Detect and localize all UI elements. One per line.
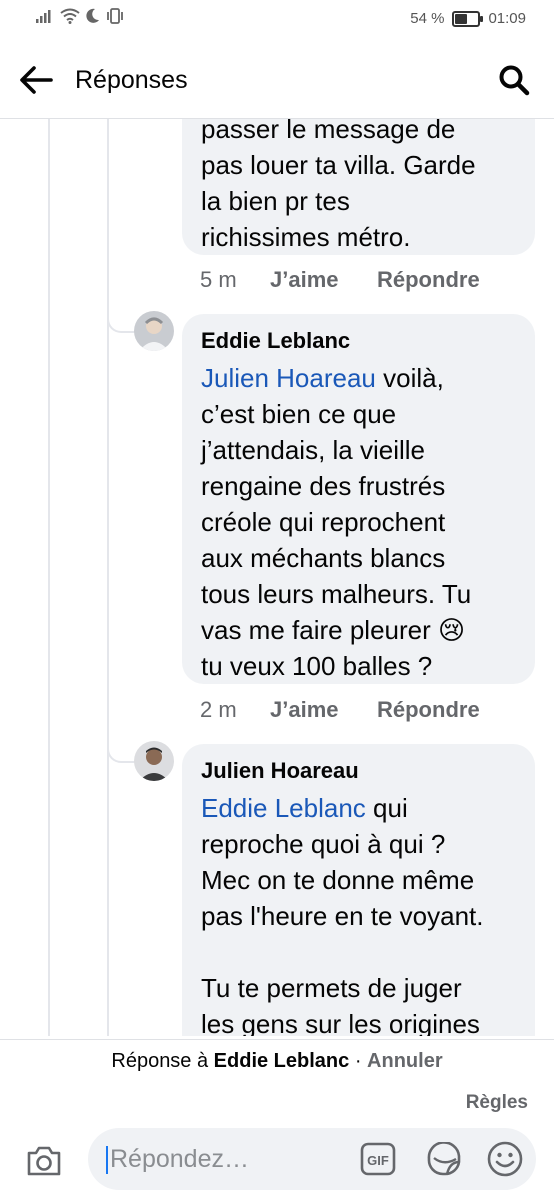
- gif-label: GIF: [367, 1153, 389, 1168]
- reply-line: [107, 119, 109, 311]
- reply-to-prefix: Réponse à: [111, 1050, 214, 1072]
- battery-icon: [452, 10, 484, 27]
- reply-to-name: Eddie Leblanc: [213, 1050, 350, 1072]
- back-button[interactable]: [14, 58, 58, 102]
- status-icons-right: 54 % 01:09: [410, 10, 526, 27]
- rules-link[interactable]: Règles: [466, 1092, 528, 1114]
- like-button[interactable]: J’aime: [270, 267, 377, 293]
- reply-line: [107, 741, 109, 1036]
- comment-bubble[interactable]: Eddie Leblanc Julien Hoareau voilà, c’es…: [182, 314, 535, 684]
- vibrate-icon: [107, 8, 123, 24]
- reply-connector: [107, 741, 135, 763]
- comment-author[interactable]: Eddie Leblanc: [201, 328, 517, 354]
- reply-line: [107, 311, 109, 741]
- mention-link[interactable]: Eddie Leblanc: [201, 793, 366, 823]
- app-header: Réponses: [0, 50, 554, 110]
- cancel-reply-button[interactable]: Annuler: [367, 1050, 443, 1072]
- comment-actions: 5 m J’aime Répondre: [200, 267, 480, 293]
- avatar[interactable]: [134, 311, 174, 351]
- moon-icon: [86, 8, 99, 23]
- signal-icon: [36, 10, 51, 23]
- comment-composer[interactable]: GIF: [88, 1128, 536, 1190]
- reply-to-separator: ·: [349, 1050, 368, 1072]
- comment-bubble[interactable]: Julien Hoareau Eddie Leblanc qui reproch…: [182, 744, 535, 1036]
- camera-button[interactable]: [22, 1139, 66, 1183]
- gif-button[interactable]: GIF: [360, 1142, 396, 1176]
- emoji-icon: [487, 1141, 523, 1177]
- like-button[interactable]: J’aime: [270, 697, 377, 723]
- sticker-icon: [427, 1141, 461, 1176]
- page-title: Réponses: [75, 66, 188, 94]
- search-icon: [499, 65, 530, 96]
- comment-thread: passer le message de pas louer ta villa.…: [0, 119, 554, 1036]
- search-button[interactable]: [492, 58, 536, 102]
- battery-percent: 54 %: [410, 10, 445, 27]
- comment-text: qui reproche quoi à qui ? Mec on te donn…: [201, 793, 484, 1036]
- avatar[interactable]: [134, 741, 174, 781]
- thread-line: [48, 119, 50, 1036]
- mention-link[interactable]: Julien Hoareau: [201, 363, 376, 393]
- back-arrow-icon: [20, 66, 53, 94]
- composer-divider: [0, 1039, 554, 1040]
- comment-bubble[interactable]: passer le message de pas louer ta villa.…: [182, 119, 535, 255]
- comment-actions: 2 m J’aime Répondre: [200, 697, 480, 723]
- comment-author[interactable]: Julien Hoareau: [201, 758, 517, 784]
- status-icons-left: [36, 8, 124, 24]
- avatar-julien: [134, 741, 174, 781]
- comment-time[interactable]: 2 m: [200, 697, 270, 723]
- reply-to-banner: Réponse à Eddie Leblanc · Annuler: [0, 1050, 554, 1073]
- gif-icon: GIF: [360, 1142, 396, 1176]
- reply-button[interactable]: Répondre: [377, 267, 480, 293]
- comment-time[interactable]: 5 m: [200, 267, 270, 293]
- emoji-button[interactable]: [486, 1140, 524, 1178]
- reply-button[interactable]: Répondre: [377, 697, 480, 723]
- camera-icon: [27, 1146, 61, 1176]
- comment-text: voilà, c’est bien ce que j’attendais, la…: [201, 363, 472, 681]
- sticker-button[interactable]: [426, 1141, 462, 1176]
- reply-connector: [107, 311, 135, 333]
- wifi-icon: [60, 8, 80, 24]
- reply-input[interactable]: [104, 1142, 356, 1176]
- avatar-eddie: [134, 311, 174, 351]
- battery-level: [455, 13, 468, 24]
- status-bar: 54 % 01:09: [0, 0, 554, 40]
- clock: 01:09: [488, 10, 526, 27]
- comment-text: passer le message de pas louer ta villa.…: [201, 119, 476, 252]
